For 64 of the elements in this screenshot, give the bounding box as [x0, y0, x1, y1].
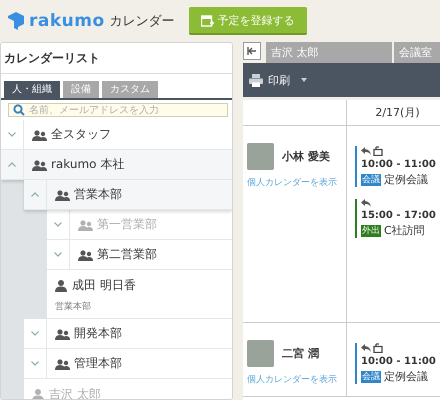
tree-item[interactable]: rakumo 本社 [1, 150, 232, 180]
tree-item-label: 管理本部 [74, 355, 122, 372]
person-name: 小林 愛美 [282, 149, 330, 164]
person-name: 成田 明日香 [72, 277, 136, 294]
event-tag: 会議 [361, 370, 381, 382]
person-department: 営業本部 [55, 300, 92, 313]
people-icon [32, 158, 47, 170]
chevron-up-icon [8, 162, 16, 167]
people-icon [78, 248, 93, 260]
event-title: 定例会議 [384, 369, 428, 384]
tree-item-label: 全スタッフ [51, 126, 111, 143]
person-icon [32, 388, 44, 399]
people-icon [55, 358, 70, 370]
reply-arrow-icon [361, 199, 371, 207]
tree-item[interactable]: 第二営業部 [47, 240, 232, 270]
event[interactable]: 10:00 - 11:00 会議 定例会議 [355, 146, 440, 187]
app-name: カレンダー [110, 13, 175, 30]
caret-down-icon [301, 78, 307, 82]
chevron-down-icon [31, 361, 39, 366]
search-icon [13, 104, 25, 116]
tab[interactable]: 人・組織 [4, 81, 60, 98]
tree-item-label: rakumo 本社 [51, 156, 124, 173]
event-title: 定例会議 [384, 172, 428, 187]
person-name: 二宮 潤 [282, 346, 319, 361]
person-icon [55, 279, 67, 292]
date-header: 2/17(月) [375, 105, 420, 120]
person-item[interactable]: 成田 明日香 営業本部 [47, 270, 232, 319]
tree-item[interactable]: 管理本部 [24, 349, 232, 379]
tree-item[interactable]: 営業本部 [24, 180, 232, 210]
chevron-down-icon [31, 331, 39, 336]
tree-item[interactable]: 開発本部 [24, 319, 232, 349]
event[interactable]: 10:00 - 11:00 会議 定例会議 [355, 343, 440, 384]
tree-item[interactable]: 全スタッフ [1, 120, 232, 150]
tree-item-label: 第一営業部 [97, 216, 157, 233]
collapse-icon [243, 42, 261, 60]
event-tag: 外出 [361, 224, 381, 236]
printer-icon [249, 74, 263, 86]
reply-arrow-icon [361, 147, 371, 155]
calendar-plus-icon [200, 14, 214, 26]
search-field[interactable]: 名前、メールアドレスを入力 [8, 103, 228, 117]
chevron-down-icon [54, 252, 62, 257]
chevron-up-icon [31, 192, 39, 197]
event-tag: 会議 [361, 174, 381, 186]
logo-text: rakumo [29, 11, 105, 31]
event-time: 10:00 - 11:00 [361, 158, 436, 171]
people-icon [32, 128, 47, 140]
event-time: 10:00 - 11:00 [361, 355, 436, 368]
tree-item-label: 第二営業部 [97, 246, 157, 263]
chevron-down-icon [8, 132, 16, 137]
event[interactable]: 15:00 - 17:00 外出 C社訪問 [355, 199, 440, 238]
reply-arrow-icon [361, 344, 371, 352]
tree-item-label: 開発本部 [74, 325, 122, 342]
chevron-down-icon [54, 222, 62, 227]
print-button[interactable]: 印刷 [247, 72, 309, 88]
cube-logo-icon [8, 12, 24, 30]
people-icon [55, 188, 70, 200]
tree-item-label: 営業本部 [74, 186, 122, 203]
people-icon [78, 218, 93, 230]
panel-title: カレンダーリスト [1, 43, 232, 74]
people-icon [55, 328, 70, 340]
event-time: 15:00 - 17:00 [361, 209, 436, 222]
photo-placeholder [247, 340, 274, 367]
event-title: C社訪問 [384, 223, 425, 238]
photo-placeholder [247, 143, 274, 170]
